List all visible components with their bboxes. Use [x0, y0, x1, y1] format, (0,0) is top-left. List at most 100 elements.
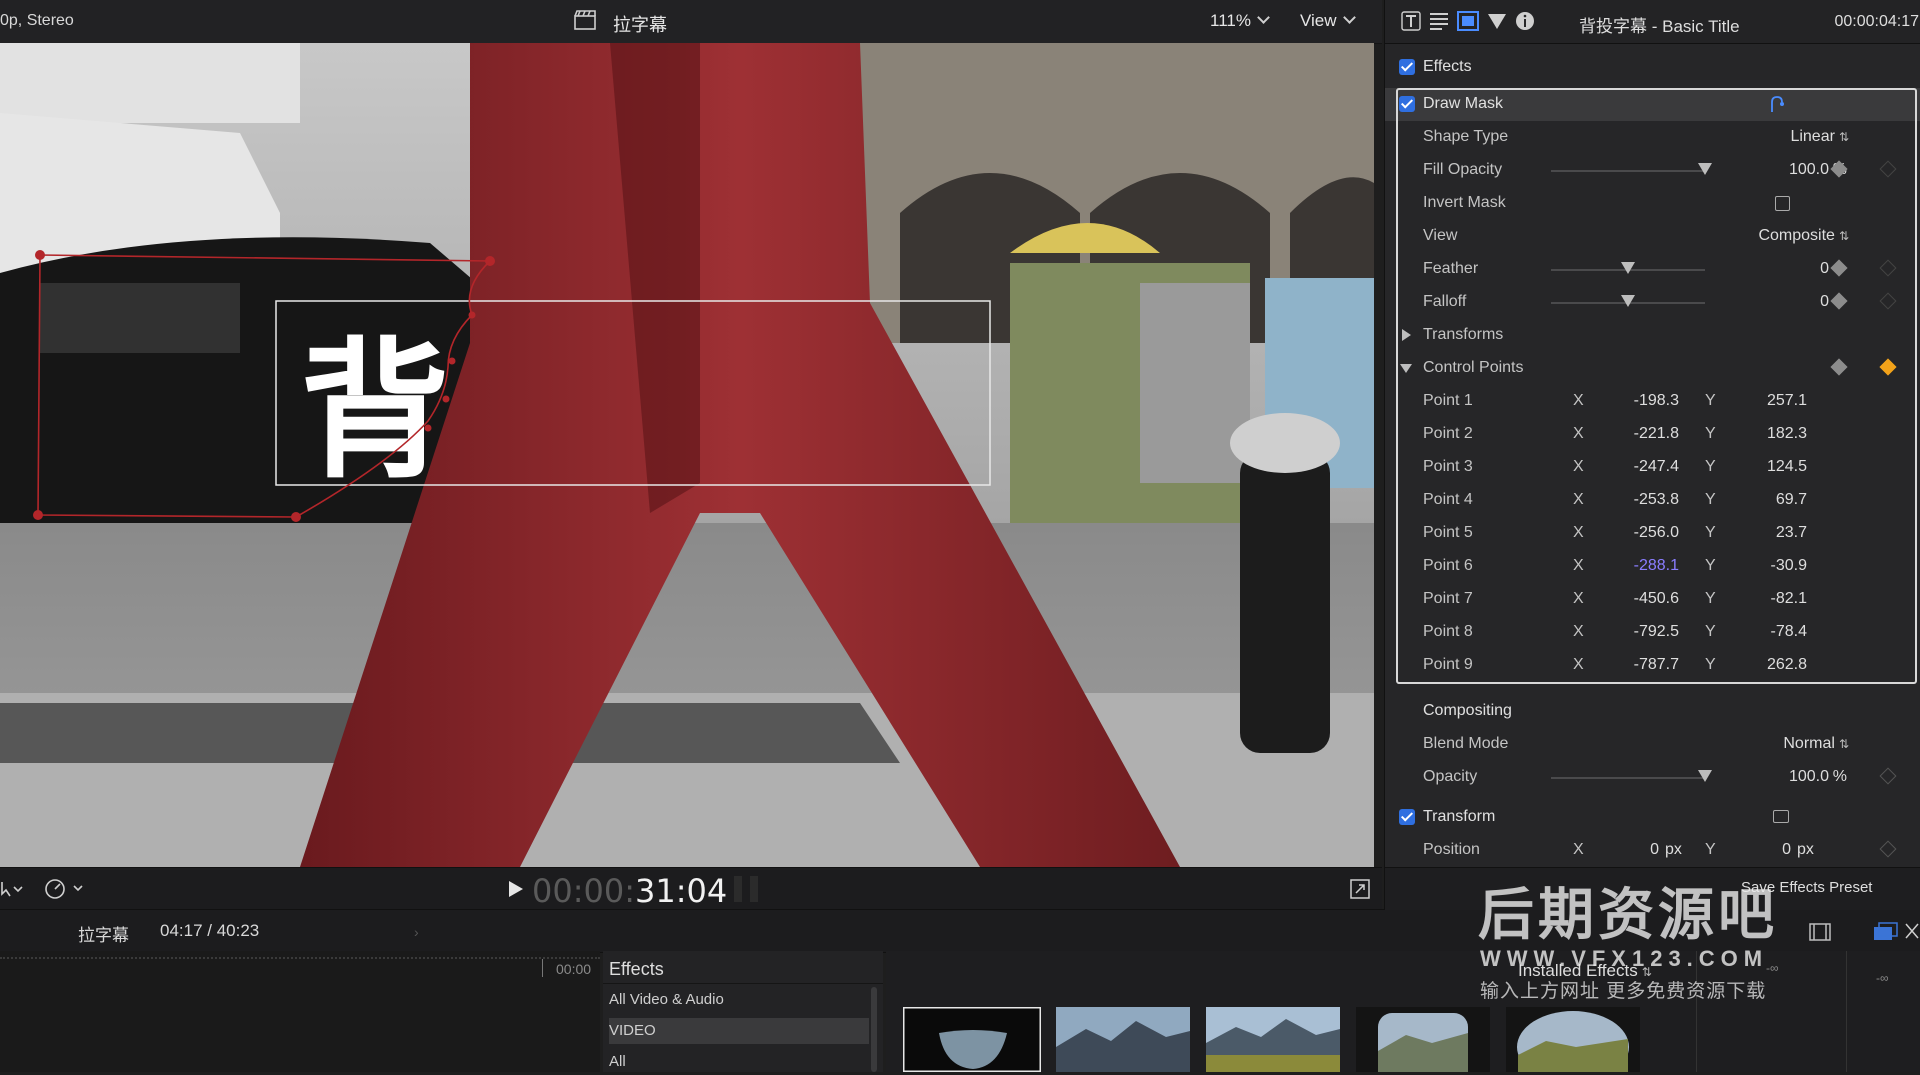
feather-slider[interactable] — [1551, 262, 1705, 274]
point-y-value[interactable]: -82.1 — [1725, 590, 1807, 608]
point-x-value-editing[interactable]: -288.1 — [1597, 557, 1679, 575]
point-x-value[interactable]: -792.5 — [1597, 623, 1679, 641]
opacity-slider[interactable] — [1551, 770, 1712, 782]
point-y-value[interactable]: 69.7 — [1725, 491, 1807, 509]
position-row[interactable]: Position X 0 px Y 0 px — [1385, 834, 1920, 867]
shape-type-row[interactable]: Shape Type Linear ⇅ — [1385, 121, 1920, 154]
chevron-right-icon[interactable]: › — [414, 924, 419, 940]
blend-mode-select[interactable]: Normal ⇅ — [1783, 735, 1849, 753]
effect-thumbnail[interactable] — [1356, 1007, 1490, 1072]
timeline-index-icon[interactable] — [1872, 922, 1900, 942]
filmstrip-icon[interactable] — [1808, 922, 1832, 942]
transform-enable-checkbox[interactable] — [1399, 809, 1415, 825]
reset-icon[interactable] — [1879, 259, 1897, 277]
disclosure-right-icon[interactable] — [1402, 329, 1411, 341]
control-point-row[interactable]: Point 4 X -253.8 Y 69.7 — [1385, 484, 1920, 517]
active-keyframe-icon[interactable] — [1879, 358, 1897, 376]
point-x-value[interactable]: -787.7 — [1597, 656, 1679, 674]
point-y-value[interactable]: 182.3 — [1725, 425, 1807, 443]
transforms-row[interactable]: Transforms — [1385, 319, 1920, 352]
control-point-row[interactable]: Point 9 X -787.7 Y 262.8 — [1385, 649, 1920, 682]
feather-row[interactable]: Feather 0 — [1385, 253, 1920, 286]
mask-tool-icon[interactable] — [1769, 94, 1785, 114]
playhead[interactable] — [542, 959, 543, 977]
fill-opacity-value[interactable]: 100.0 — [1789, 161, 1829, 179]
fill-opacity-slider[interactable] — [1551, 163, 1712, 175]
falloff-row[interactable]: Falloff 0 — [1385, 286, 1920, 319]
category-all[interactable]: All — [609, 1049, 869, 1075]
feather-value[interactable]: 0 — [1820, 260, 1829, 278]
slider-thumb[interactable] — [1698, 163, 1712, 175]
video-inspector-icon[interactable] — [1457, 11, 1479, 31]
draw-mask-checkbox[interactable] — [1399, 96, 1415, 112]
view-row[interactable]: View Composite ⇅ — [1385, 220, 1920, 253]
slider-thumb[interactable] — [1621, 262, 1635, 274]
point-y-value[interactable]: 23.7 — [1725, 524, 1807, 542]
reset-icon[interactable] — [1879, 160, 1897, 178]
opacity-value[interactable]: 100.0 — [1789, 768, 1829, 786]
keyframe-icon[interactable] — [1879, 767, 1897, 785]
point-x-value[interactable]: -253.8 — [1597, 491, 1679, 509]
control-point-row[interactable]: Point 1 X -198.3 Y 257.1 — [1385, 385, 1920, 418]
view-select[interactable]: Composite ⇅ — [1758, 227, 1849, 245]
transform-header[interactable]: Transform — [1385, 801, 1920, 834]
point-y-value[interactable]: 124.5 — [1725, 458, 1807, 476]
view-menu[interactable]: View — [1300, 11, 1356, 31]
point-x-value[interactable]: -247.4 — [1597, 458, 1679, 476]
fullscreen-icon[interactable] — [1350, 879, 1370, 899]
viewer-canvas[interactable]: 背 — [0, 43, 1374, 867]
keyframe-icon[interactable] — [1879, 840, 1897, 858]
close-icon[interactable] — [1904, 922, 1920, 940]
slider-thumb[interactable] — [1698, 770, 1712, 782]
invert-mask-checkbox[interactable] — [1775, 196, 1790, 211]
timeline-area[interactable]: 00:00 — [0, 951, 600, 1072]
compositing-header[interactable]: Compositing — [1385, 695, 1920, 728]
info-icon[interactable] — [1515, 11, 1535, 31]
keyframe-icon[interactable] — [1830, 259, 1848, 277]
point-y-value[interactable]: -30.9 — [1725, 557, 1807, 575]
play-icon[interactable] — [508, 880, 524, 898]
control-point-row[interactable]: Point 2 X -221.8 Y 182.3 — [1385, 418, 1920, 451]
point-y-value[interactable]: 257.1 — [1725, 392, 1807, 410]
control-point-row[interactable]: Point 3 X -247.4 Y 124.5 — [1385, 451, 1920, 484]
timecode-display[interactable]: 00:00:31:04 — [532, 872, 727, 910]
speed-icon[interactable] — [44, 878, 86, 900]
control-points-row[interactable]: Control Points — [1385, 352, 1920, 385]
point-y-value[interactable]: 262.8 — [1725, 656, 1807, 674]
falloff-slider[interactable] — [1551, 295, 1705, 307]
point-x-value[interactable]: -256.0 — [1597, 524, 1679, 542]
reset-icon[interactable] — [1879, 292, 1897, 310]
effect-thumbnail[interactable] — [1056, 1007, 1190, 1072]
draw-mask-header[interactable]: Draw Mask — [1385, 88, 1920, 121]
opacity-row[interactable]: Opacity 100.0 % — [1385, 761, 1920, 794]
tool-select-icon[interactable] — [0, 880, 24, 898]
control-point-row[interactable]: Point 8 X -792.5 Y -78.4 — [1385, 616, 1920, 649]
control-point-row[interactable]: Point 5 X -256.0 Y 23.7 — [1385, 517, 1920, 550]
control-point-row[interactable]: Point 7 X -450.6 Y -82.1 — [1385, 583, 1920, 616]
text-inspector-icon[interactable] — [1429, 12, 1449, 30]
blend-mode-row[interactable]: Blend Mode Normal ⇅ — [1385, 728, 1920, 761]
effect-thumbnail[interactable] — [1506, 1007, 1640, 1072]
point-x-value[interactable]: -198.3 — [1597, 392, 1679, 410]
zoom-menu[interactable]: 111% — [1210, 11, 1270, 31]
control-point-row[interactable]: Point 6 X -288.1 Y -30.9 — [1385, 550, 1920, 583]
effects-enable-checkbox[interactable] — [1399, 59, 1415, 75]
position-y-value[interactable]: 0 — [1749, 841, 1791, 859]
transform-onscreen-icon[interactable] — [1773, 810, 1789, 823]
save-effects-preset-button[interactable]: Save Effects Preset — [1741, 879, 1872, 896]
category-all-video-audio[interactable]: All Video & Audio — [609, 987, 869, 1013]
disclosure-down-icon[interactable] — [1400, 364, 1412, 373]
title-text[interactable]: 背 — [300, 325, 450, 499]
point-y-value[interactable]: -78.4 — [1725, 623, 1807, 641]
effect-thumbnail-selected[interactable] — [903, 1007, 1041, 1072]
keyframe-icon[interactable] — [1830, 292, 1848, 310]
effects-section-header[interactable]: Effects — [1385, 51, 1920, 84]
invert-mask-row[interactable]: Invert Mask — [1385, 187, 1920, 220]
scrollbar[interactable] — [871, 987, 877, 1072]
installed-effects-menu[interactable]: Installed Effects ⇅ — [1518, 961, 1652, 981]
fill-opacity-row[interactable]: Fill Opacity 100.0 % — [1385, 154, 1920, 187]
position-x-value[interactable]: 0 — [1621, 841, 1659, 859]
effect-thumbnail[interactable] — [1206, 1007, 1340, 1072]
falloff-value[interactable]: 0 — [1820, 293, 1829, 311]
point-x-value[interactable]: -221.8 — [1597, 425, 1679, 443]
